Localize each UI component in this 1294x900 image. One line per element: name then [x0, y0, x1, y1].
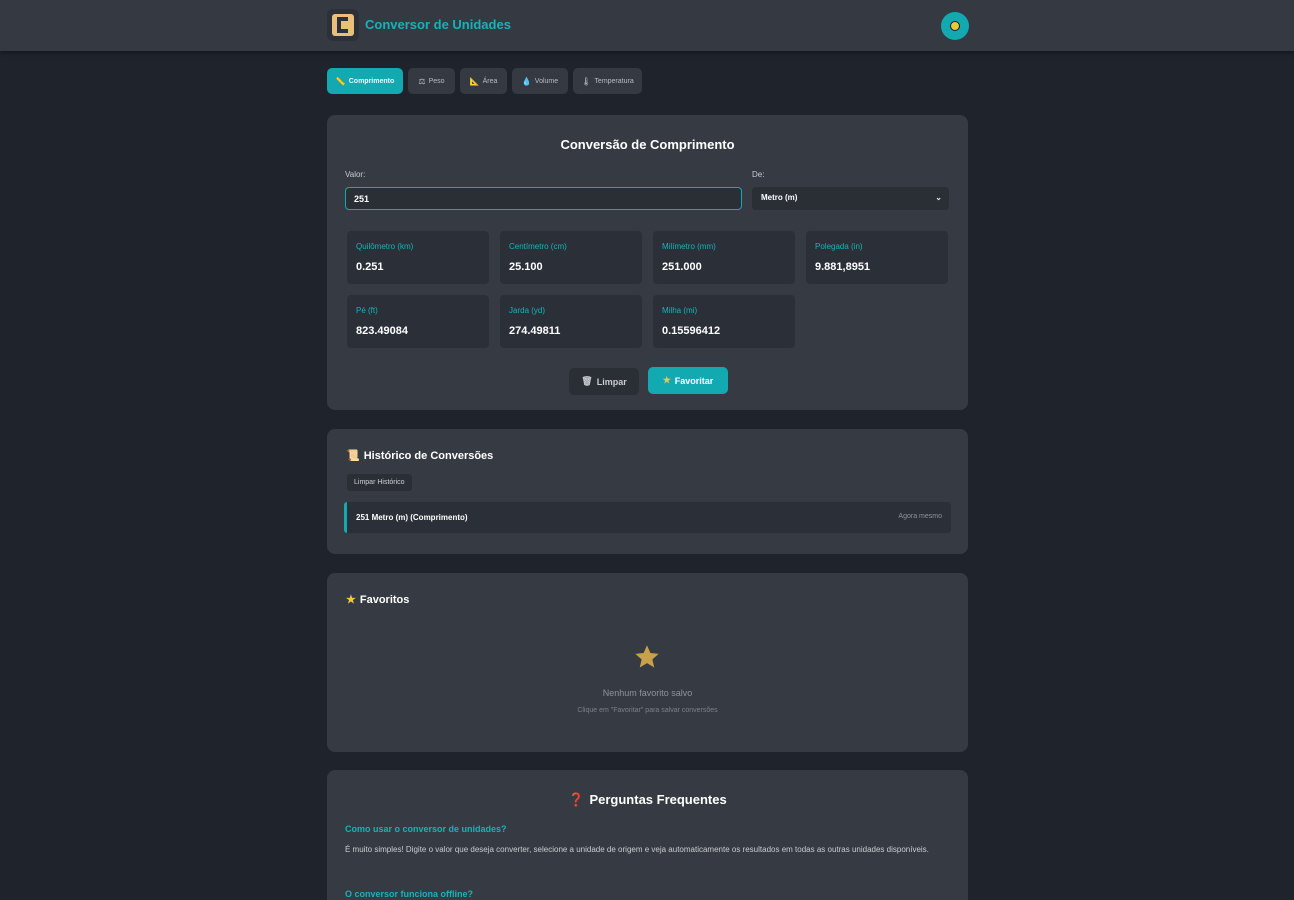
history-card: 📜 Histórico de Conversões Limpar Históri…: [327, 429, 968, 554]
top-bar: Conversor de Unidades: [0, 0, 1294, 51]
clear-history-button[interactable]: Limpar Histórico: [347, 474, 412, 491]
favorites-empty-hint: Clique em "Favoritar" para salvar conver…: [577, 707, 718, 714]
from-unit-select[interactable]: Metro (m) ⌄: [752, 187, 949, 210]
faq-title-text: Perguntas Frequentes: [589, 792, 727, 807]
faq-question[interactable]: O conversor funciona offline?: [345, 889, 473, 899]
tab-volume[interactable]: 💧 Volume: [512, 68, 568, 94]
tab-label: Área: [482, 77, 498, 85]
from-label: De:: [752, 170, 765, 179]
tab-label: Comprimento: [348, 77, 395, 85]
favorites-empty-text: Nenhum favorito salvo: [602, 688, 693, 698]
result-unit: Centímetro (cm): [509, 242, 567, 251]
converter-title: Conversão de Comprimento: [560, 137, 735, 152]
app-title: Conversor de Unidades: [365, 17, 511, 32]
result-card: Milha (mi) 0.15596412: [653, 295, 795, 348]
favorite-button[interactable]: ★ Favoritar: [648, 367, 728, 394]
result-value: 0.15596412: [662, 325, 721, 337]
result-unit: Quilômetro (km): [356, 242, 414, 251]
faq-answer: É muito simples! Digite o valor que dese…: [345, 845, 929, 854]
tab-comprimento[interactable]: 📏 Comprimento: [327, 68, 403, 94]
faq-question[interactable]: Como usar o conversor de unidades?: [345, 824, 507, 834]
result-value: 0.251: [356, 261, 384, 273]
result-unit: Jarda (yd): [509, 306, 546, 315]
result-card: Polegada (in) 9.881,8951: [806, 231, 948, 284]
result-card: Quilômetro (km) 0.251: [347, 231, 489, 284]
star-icon: ★: [662, 375, 671, 385]
droplet-icon: 💧: [521, 76, 532, 86]
value-label: Valor:: [345, 170, 366, 179]
history-title-text: Histórico de Conversões: [363, 449, 494, 462]
tab-area[interactable]: 📐 Área: [460, 68, 507, 94]
clear-label: Limpar: [596, 376, 627, 387]
result-unit: Polegada (in): [815, 242, 863, 251]
app-logo: [327, 9, 359, 41]
ruler-icon: 📏: [335, 76, 346, 86]
result-value: 9.881,8951: [815, 261, 871, 273]
result-unit: Milha (mi): [662, 306, 698, 315]
converter-card: Conversão de Comprimento Valor: De: Metr…: [327, 115, 968, 410]
tab-label: Peso: [428, 77, 445, 85]
faq-card: ❓ Perguntas Frequentes Como usar o conve…: [327, 770, 968, 900]
history-item-text: 251 Metro (m) (Comprimento): [356, 513, 468, 522]
result-value: 251.000: [662, 261, 702, 273]
logo-c-icon: [332, 14, 354, 36]
favorite-label: Favoritar: [674, 375, 714, 386]
triangle-ruler-icon: 📐: [469, 76, 480, 86]
theme-toggle-button[interactable]: [941, 12, 969, 40]
result-card: Milímetro (mm) 251.000: [653, 231, 795, 284]
favorites-card: ★ Favoritos Nenhum favorito salvo Clique…: [327, 573, 968, 752]
scroll-icon: 📜: [346, 450, 360, 462]
empty-star-icon: [635, 645, 659, 668]
result-unit: Pé (ft): [356, 306, 378, 315]
tab-peso[interactable]: ⚖ Peso: [408, 68, 455, 94]
result-value: 25.100: [509, 261, 543, 273]
scale-icon: ⚖: [418, 76, 426, 86]
result-card: Jarda (yd) 274.49811: [500, 295, 642, 348]
thermometer-icon: 🌡: [581, 76, 592, 86]
faq-title: ❓ Perguntas Frequentes: [327, 792, 968, 808]
result-value: 274.49811: [509, 325, 561, 337]
value-input[interactable]: [345, 187, 742, 210]
star-icon: ★: [346, 594, 356, 606]
result-card: Centímetro (cm) 25.100: [500, 231, 642, 284]
result-value: 823.49084: [356, 325, 408, 337]
history-title: 📜 Histórico de Conversões: [346, 449, 494, 463]
result-card: Pé (ft) 823.49084: [347, 295, 489, 348]
tab-label: Temperatura: [594, 77, 634, 85]
from-unit-value: Metro (m): [761, 193, 798, 202]
sun-icon: [950, 21, 960, 31]
question-icon: ❓: [568, 792, 585, 807]
trash-icon: 🗑: [581, 376, 593, 386]
tab-temperatura[interactable]: 🌡 Temperatura: [573, 68, 642, 94]
tab-label: Volume: [534, 77, 559, 85]
favorites-title-text: Favoritos: [359, 593, 410, 606]
favorites-title: ★ Favoritos: [346, 593, 410, 607]
chevron-down-icon: ⌄: [935, 193, 942, 202]
history-item-time: Agora mesmo: [898, 513, 942, 520]
history-item[interactable]: 251 Metro (m) (Comprimento) Agora mesmo: [344, 502, 951, 533]
result-unit: Milímetro (mm): [662, 242, 716, 251]
clear-button[interactable]: 🗑 Limpar: [569, 368, 639, 395]
